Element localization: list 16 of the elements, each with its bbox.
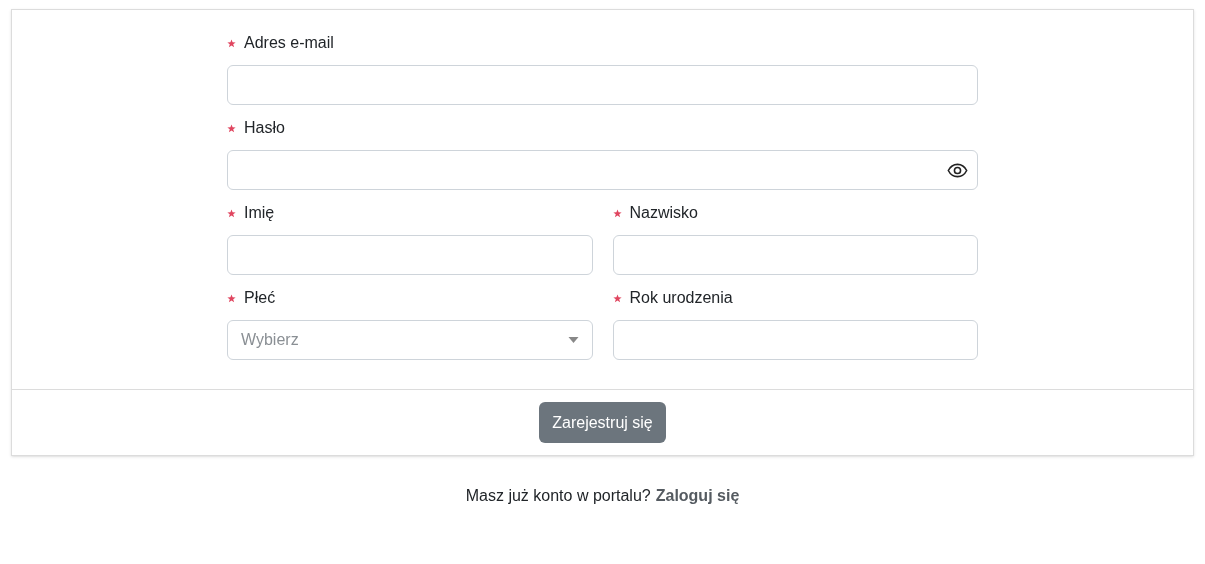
input-field[interactable] (227, 235, 593, 275)
caret-icon (567, 337, 579, 343)
password-field[interactable] (227, 150, 978, 190)
register-button[interactable]: Zarejestruj się (539, 402, 666, 443)
field-label: Nazwisko (629, 203, 698, 223)
input-field[interactable] (612, 235, 978, 275)
footer-text: Masz już konto w portalu? (465, 486, 651, 506)
field-label: Imię (244, 203, 275, 223)
input-field[interactable] (227, 65, 978, 105)
field-label: Płeć (244, 288, 276, 308)
field-label: Adres e-mail (244, 33, 334, 53)
input-field[interactable] (612, 320, 978, 360)
select-field[interactable]: Wybierz (227, 320, 593, 360)
field-label: Hasło (244, 118, 285, 138)
field-label: Rok urodzenia (629, 288, 733, 308)
login-link[interactable]: Zaloguj się (655, 484, 740, 508)
